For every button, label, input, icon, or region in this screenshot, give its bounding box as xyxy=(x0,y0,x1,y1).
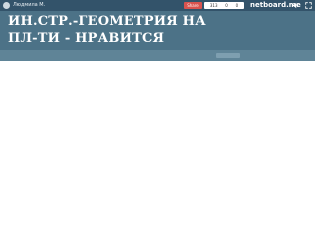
likes-count[interactable]: 0 xyxy=(225,2,228,9)
sound-icon[interactable] xyxy=(292,2,299,9)
user-name[interactable]: Людмила М. xyxy=(13,2,45,9)
toolbar-button[interactable] xyxy=(216,53,240,58)
board-header: ИН.СТР.-ГЕОМЕТРИЯ НА ПЛ-ТИ - НРАВИТСЯ xyxy=(0,11,315,50)
board-toolbar xyxy=(0,50,315,61)
user-profile[interactable]: Людмила М. xyxy=(3,2,45,9)
share-button[interactable]: Share xyxy=(184,2,202,9)
top-bar: Людмила М. Share 313 0 0 netboard.me xyxy=(0,0,315,11)
fullscreen-icon[interactable] xyxy=(305,2,312,9)
avatar[interactable] xyxy=(3,2,10,9)
board-stats: 313 0 0 xyxy=(204,2,244,9)
comments-count[interactable]: 0 xyxy=(236,2,239,9)
board-canvas[interactable] xyxy=(0,61,315,210)
board-title: ИН.СТР.-ГЕОМЕТРИЯ НА ПЛ-ТИ - НРАВИТСЯ xyxy=(8,14,206,46)
views-count: 313 xyxy=(209,3,218,8)
